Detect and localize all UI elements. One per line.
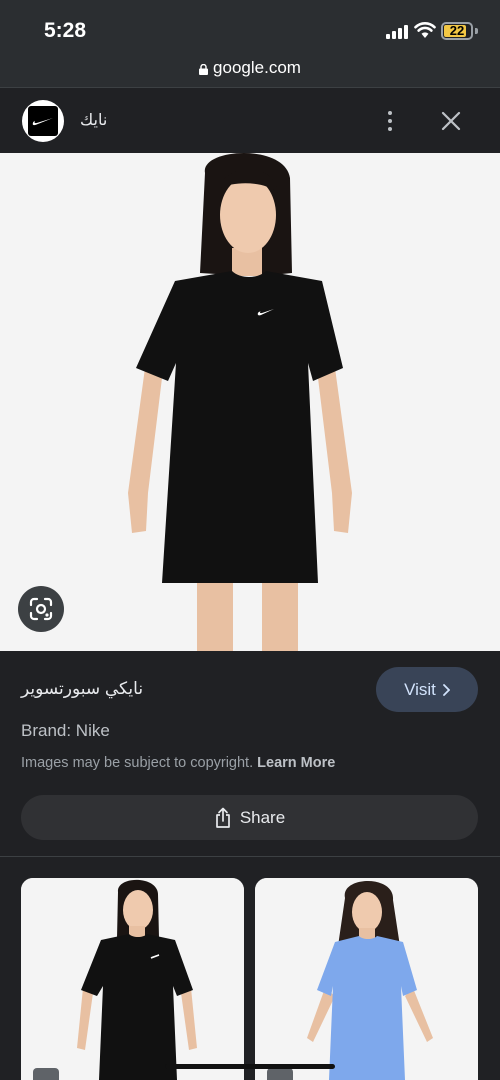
status-time: 5:28	[44, 19, 87, 42]
result-header: نايك	[0, 87, 500, 153]
related-image[interactable]	[255, 878, 478, 1080]
cellular-signal-icon	[386, 25, 408, 39]
product-photo	[0, 153, 500, 651]
url-domain: google.com	[213, 58, 301, 77]
google-lens-button[interactable]	[18, 586, 64, 632]
learn-more-link[interactable]: Learn More	[257, 755, 335, 771]
product-title[interactable]: نايكي سبورتسوير	[21, 679, 143, 699]
product-tag-icon	[267, 1068, 293, 1080]
share-button[interactable]: Share	[21, 795, 478, 840]
home-indicator[interactable]	[165, 1064, 335, 1069]
brand-text: Brand: Nike	[21, 721, 110, 740]
share-label: Share	[239, 807, 286, 827]
copyright-notice: Images may be subject to copyright. Lear…	[21, 755, 335, 771]
battery-level: 22	[449, 23, 465, 38]
wifi-icon	[414, 22, 436, 38]
more-options-button[interactable]	[378, 106, 402, 136]
lock-icon	[199, 63, 209, 75]
related-photo-blue-dress	[255, 878, 478, 1080]
product-tag-icon	[33, 1068, 59, 1080]
more-vert-icon	[388, 111, 392, 115]
visit-label: Visit	[404, 679, 436, 699]
status-bar: 5:28 22	[0, 0, 500, 55]
nike-swoosh-icon	[28, 106, 58, 136]
share-icon	[215, 807, 230, 828]
visit-button[interactable]: Visit	[376, 667, 478, 712]
url-bar[interactable]: google.com	[0, 55, 500, 87]
main-product-image[interactable]	[0, 153, 500, 651]
related-image[interactable]	[21, 878, 244, 1080]
close-icon[interactable]	[437, 107, 465, 135]
battery-indicator: 22	[441, 22, 473, 40]
battery-nub	[475, 28, 478, 34]
copyright-text: Images may be subject to copyright.	[21, 755, 254, 771]
site-name[interactable]: نايك	[80, 110, 107, 130]
chevron-right-icon	[443, 683, 450, 696]
google-lens-icon	[29, 597, 53, 621]
site-logo[interactable]	[22, 100, 64, 142]
related-photo-black-dress	[21, 878, 244, 1080]
section-divider	[0, 856, 500, 857]
